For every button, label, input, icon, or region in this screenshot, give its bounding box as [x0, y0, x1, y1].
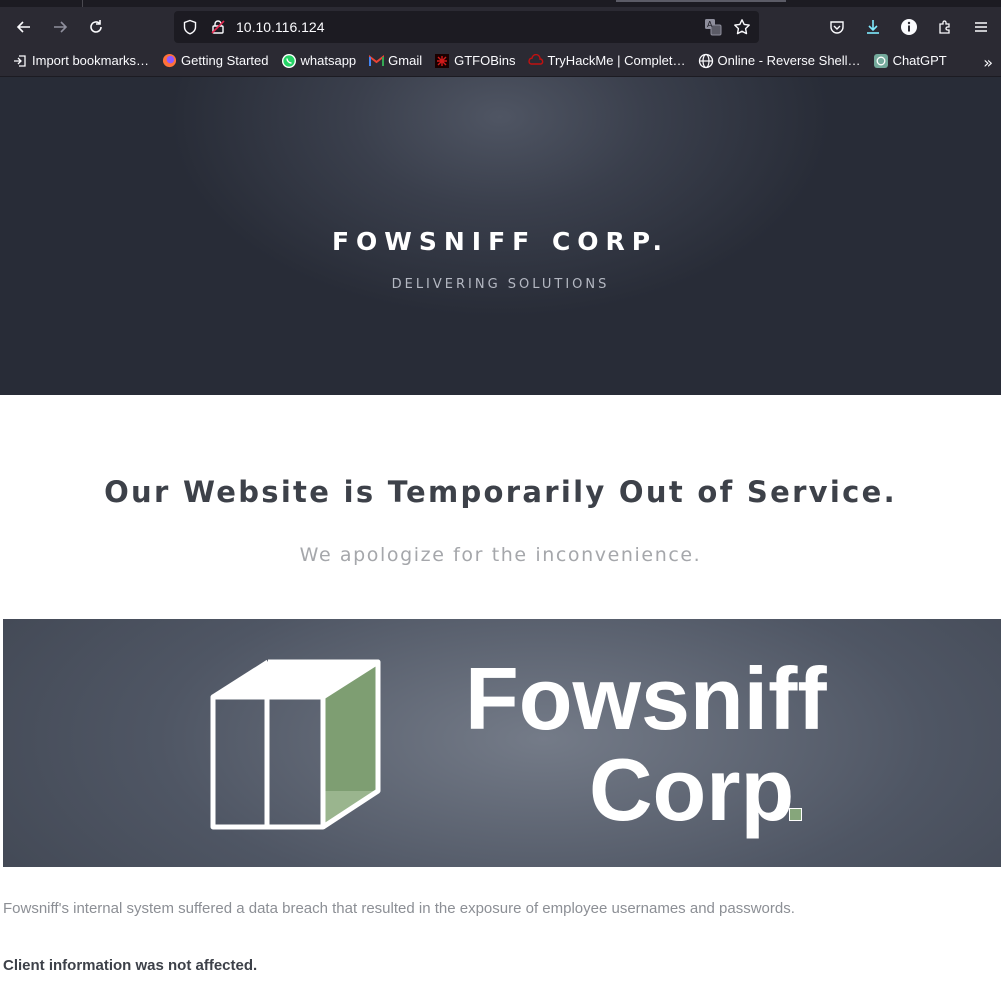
tab-strip — [0, 0, 1001, 7]
bookmark-label: whatsapp — [300, 53, 357, 68]
tab-separator — [82, 0, 83, 7]
url-bar[interactable]: 10.10.116.124 A — [174, 11, 759, 43]
breach-paragraph: Fowsniff's internal system suffered a da… — [3, 900, 795, 917]
app-menu-button[interactable] — [968, 14, 994, 40]
brand-green-dot — [789, 808, 802, 821]
reload-icon — [90, 20, 102, 33]
hero-header: FOWSNIFF CORP. DELIVERING SOLUTIONS — [0, 77, 1001, 395]
pocket-icon — [830, 21, 844, 34]
bookmark-label: Online - Reverse Shell… — [717, 53, 861, 68]
bookmark-gmail[interactable]: Gmail — [368, 53, 422, 69]
reload-button[interactable] — [83, 14, 109, 40]
extensions-button[interactable] — [932, 14, 958, 40]
bookmark-gtfobins[interactable]: GTFOBins — [434, 53, 516, 69]
bookmark-tryhackme[interactable]: TryHackMe | Complet… — [527, 53, 686, 69]
bookmark-whatsapp[interactable]: whatsapp — [281, 53, 357, 69]
active-tab-indicator[interactable] — [616, 0, 786, 2]
download-icon — [867, 20, 879, 34]
notice-section: Our Website is Temporarily Out of Servic… — [0, 395, 1001, 619]
account-button[interactable] — [896, 14, 922, 40]
import-icon — [12, 53, 28, 69]
bookmark-label: TryHackMe | Complet… — [547, 53, 686, 68]
banner-brand-line-2: Corp — [589, 740, 795, 839]
whatsapp-icon — [281, 53, 297, 69]
bookmarks-toolbar: Import bookmarks… Getting Started whatsa… — [0, 45, 1001, 77]
client-info-statement: Client information was not affected. — [3, 957, 258, 974]
info-circle-icon — [901, 19, 917, 35]
bookmark-label: Import bookmarks… — [32, 53, 150, 68]
downloads-button[interactable] — [860, 14, 886, 40]
navigation-bar: 10.10.116.124 A — [0, 7, 1001, 45]
bookmark-star-icon[interactable] — [733, 18, 751, 40]
bookmark-import[interactable]: Import bookmarks… — [12, 53, 149, 69]
back-arrow-icon — [16, 21, 30, 33]
notice-subtitle: We apologize for the inconvenience. — [299, 544, 702, 566]
insecure-lock-icon[interactable] — [210, 19, 226, 39]
bookmark-chatgpt[interactable]: ChatGPT — [873, 53, 947, 69]
svg-text:A: A — [707, 20, 713, 29]
gtfobins-icon — [434, 53, 450, 69]
bookmark-label: Getting Started — [181, 53, 269, 68]
translate-icon[interactable]: A — [704, 18, 722, 40]
hero-title: FOWSNIFF CORP. — [331, 227, 670, 256]
bookmark-reverse-shell[interactable]: Online - Reverse Shell… — [698, 53, 861, 69]
back-button[interactable] — [11, 14, 37, 40]
tryhackme-icon — [527, 53, 544, 69]
chatgpt-icon — [873, 53, 889, 69]
bookmark-label: Gmail — [388, 53, 423, 68]
banner-brand-line-1: Fowsniff — [465, 649, 827, 748]
firefox-icon — [161, 53, 177, 69]
hero-subtitle: DELIVERING SOLUTIONS — [391, 277, 610, 292]
tracking-protection-shield-icon[interactable] — [182, 19, 198, 39]
url-text[interactable]: 10.10.116.124 — [236, 18, 325, 36]
pocket-button[interactable] — [824, 14, 850, 40]
gmail-icon — [368, 53, 384, 69]
notice-title: Our Website is Temporarily Out of Servic… — [104, 475, 897, 509]
bookmarks-overflow-chevron-icon[interactable]: » — [983, 53, 993, 72]
bookmark-label: GTFOBins — [454, 53, 516, 68]
bookmark-getting-started[interactable]: Getting Started — [161, 53, 269, 69]
company-banner-image: Fowsniff Corp — [3, 619, 1001, 867]
hamburger-menu-icon — [975, 22, 987, 32]
bookmark-label: ChatGPT — [892, 53, 947, 68]
forward-arrow-icon — [54, 21, 68, 33]
puzzle-icon — [939, 20, 950, 34]
forward-button[interactable] — [47, 14, 73, 40]
globe-icon — [698, 53, 714, 69]
